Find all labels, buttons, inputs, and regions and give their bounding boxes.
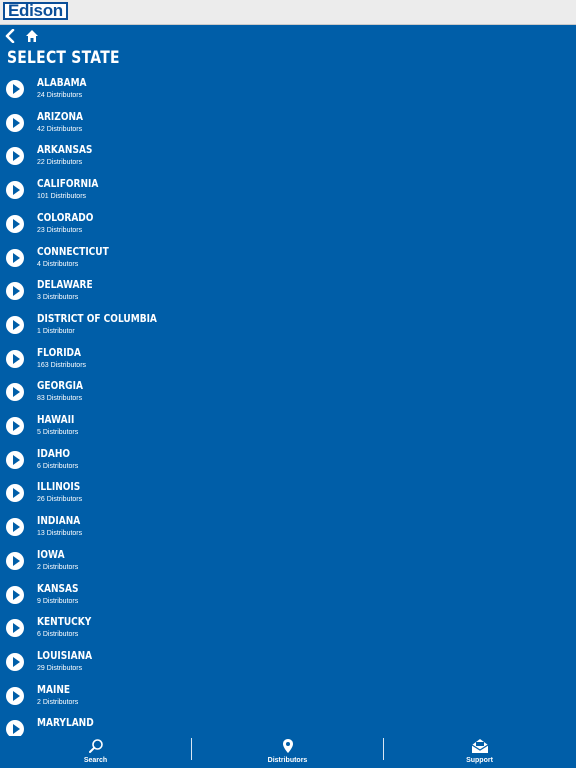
state-name: GEORGIA [37,379,83,393]
distributor-count: 3 Distributors [37,294,79,302]
state-list-item[interactable]: DISTRICT OF COLUMBIA 1 Distributor [0,310,576,343]
state-name: IOWA [37,547,65,561]
state-list-item[interactable]: DELAWARE 3 Distributors [0,276,576,309]
map-pin-icon [282,739,293,753]
distributor-count: 5 Distributors [37,429,79,436]
distributor-count: 83 Distributors [37,395,83,403]
play-circle-icon [6,80,24,98]
state-list-item[interactable]: CALIFORNIA 101 Distributors [0,175,576,208]
state-list-item[interactable]: IOWA 2 Distributors [0,546,576,579]
state-name: ALABAMA [37,76,87,89]
state-list-item[interactable]: ARKANSAS 22 Distributors [0,141,576,174]
play-circle-icon [6,585,24,604]
nav-row [0,25,576,47]
state-list-item[interactable]: IDAHO 6 Distributors [0,445,576,478]
state-list-item[interactable]: FLORIDA 163 Distributors [0,344,576,377]
tab-support-label: Support [466,757,493,764]
distributor-count: 13 Distributors [37,530,83,538]
search-icon [88,739,103,753]
distributor-count: 22 Distributors [37,159,83,167]
play-circle-icon [6,417,24,435]
play-circle-icon [6,282,24,301]
play-circle-icon [6,686,24,705]
state-list-item[interactable]: GEORGIA 83 Distributors [0,377,576,410]
distributor-count: 24 Distributors [37,92,83,99]
play-circle-icon [6,113,24,132]
tab-distributors[interactable]: Distributors [192,736,383,768]
distributor-count: 1 Distributor [37,327,75,335]
state-list-item[interactable]: ILLINOIS 26 Distributors [0,478,576,511]
play-circle-icon [6,652,24,671]
distributor-count: 6 Distributors [37,462,79,470]
support-envelope-icon [471,739,488,753]
distributor-count: 2 Distributors [37,563,79,571]
play-circle-icon [6,383,24,402]
distributor-count: 2 Distributors [37,698,79,706]
state-name: MAINE [37,682,71,696]
tab-support[interactable]: Support [384,736,575,768]
play-circle-icon [6,147,24,166]
state-list-item[interactable]: KENTUCKY 6 Distributors [0,613,576,646]
tab-distributors-label: Distributors [267,757,308,764]
distributor-count: 9 Distributors [37,597,79,605]
state-name: CALIFORNIA [37,177,99,191]
distributor-count: 42 Distributors [37,125,83,133]
state-list-item[interactable]: INDIANA 13 Distributors [0,512,576,545]
state-list-item[interactable]: MAINE 2 Distributors [0,681,576,714]
chevron-left-icon [5,28,15,44]
distributor-count: 101 Distributors [37,193,87,201]
state-name: INDIANA [37,514,81,528]
state-list-item[interactable]: COLORADO 23 Distributors [0,209,576,242]
page-title: SELECT STATE [7,48,120,68]
play-circle-icon [6,619,24,638]
state-name: COLORADO [37,210,94,224]
state-list-item[interactable]: CONNECTICUT 4 Distributors [0,243,576,276]
play-circle-icon [6,349,24,368]
state-list-item[interactable]: ALABAMA 24 Distributors [0,74,576,107]
back-button[interactable] [4,28,16,44]
state-name: DELAWARE [37,278,93,292]
state-name: LOUISIANA [37,648,93,662]
distributor-count: 163 Distributors [37,361,87,369]
tab-search-label: Search [83,757,108,764]
state-name: HAWAII [37,413,75,426]
play-circle-icon [6,248,24,267]
state-name: MARYLAND [37,716,94,730]
play-circle-icon [6,181,24,200]
play-circle-icon [6,518,24,537]
state-name: ILLINOIS [37,480,81,494]
play-circle-icon [6,315,24,334]
state-list-item[interactable]: MARYLAND [0,714,576,736]
play-circle-icon [6,450,24,469]
logo-text: Edison [8,1,63,20]
state-list-item[interactable]: KANSAS 9 Distributors [0,580,576,613]
distributor-count: 29 Distributors [37,664,83,672]
distributor-count: 4 Distributors [37,260,79,268]
home-button[interactable] [25,29,39,43]
tab-bar: Search Distributors Support [0,736,576,768]
play-circle-icon [6,720,24,736]
state-name: IDAHO [37,446,71,460]
state-list-item[interactable]: HAWAII 5 Distributors [0,411,576,444]
top-bar: Edison [0,0,576,25]
play-circle-icon [6,484,24,503]
distributor-count: 23 Distributors [37,226,83,234]
state-name: KANSAS [37,581,79,595]
state-list[interactable]: ALABAMA 24 Distributors ARIZONA 42 Distribu… [0,74,576,736]
tab-search[interactable]: Search [0,736,191,768]
distributor-count: 6 Distributors [37,631,79,639]
state-name: DISTRICT OF COLUMBIA [37,311,157,325]
edison-logo: Edison [3,2,68,20]
state-name: CONNECTICUT [37,244,109,258]
play-circle-icon [6,551,24,570]
distributor-count: 26 Distributors [37,496,83,504]
state-name: FLORIDA [37,345,82,359]
state-name: ARKANSAS [37,143,93,157]
state-list-item[interactable]: LOUISIANA 29 Distributors [0,647,576,680]
state-name: KENTUCKY [37,615,92,629]
state-name: ARIZONA [37,109,84,123]
state-list-item[interactable]: ARIZONA 42 Distributors [0,108,576,141]
home-icon [26,30,38,42]
play-circle-icon [6,214,24,233]
